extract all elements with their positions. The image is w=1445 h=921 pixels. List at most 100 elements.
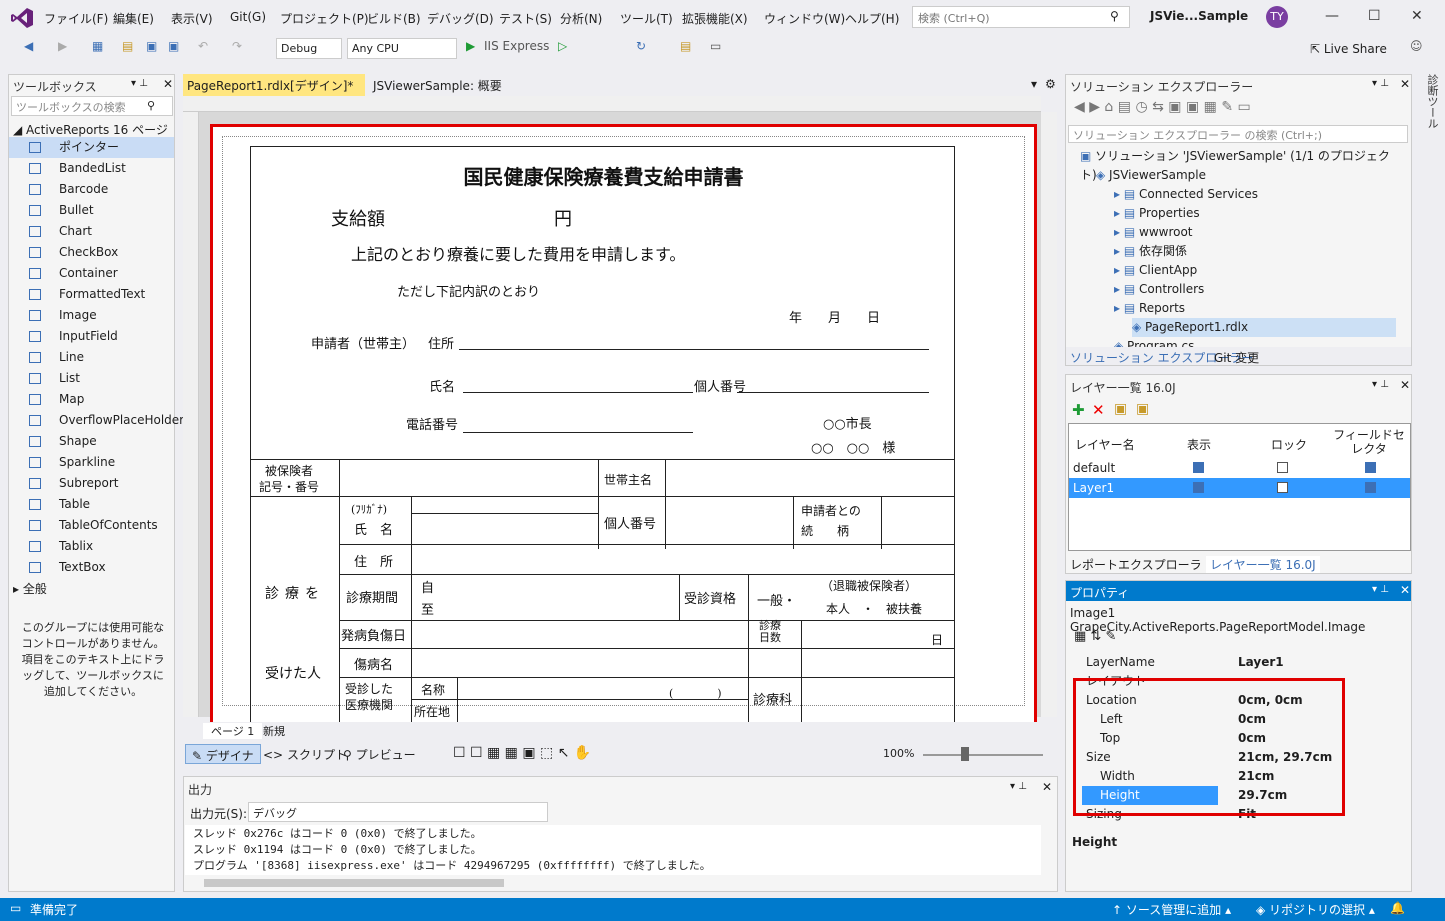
object-selector[interactable]: Image1 GrapeCity.ActiveReports.PageRepor… [1070,606,1408,634]
menu-item[interactable]: ビルド(B) [367,10,421,27]
layer-move-icon[interactable]: ▣ [1136,401,1149,417]
menu-item[interactable]: 拡張機能(X) [682,10,748,27]
window-icon[interactable]: ▭ [710,39,721,53]
layer-lock-checkbox[interactable] [1277,462,1288,473]
menu-item[interactable]: 編集(E) [113,10,154,27]
menu-item[interactable]: ツール(T) [620,10,673,27]
menu-item[interactable]: プロジェクト(P) [280,10,369,27]
menu-item[interactable]: Git(G) [230,10,266,24]
new-project-icon[interactable]: ▦ [92,39,103,53]
minimize-icon[interactable]: — [1325,8,1339,24]
save-icon[interactable]: ▣ [146,39,157,53]
pin-icon[interactable]: ▾ ⊥ [131,78,148,89]
tab-git-changes[interactable]: Git 変更 [1214,349,1259,366]
back-icon[interactable]: ◀ [24,39,33,53]
toolbox-item[interactable]: Shape [9,431,174,452]
open-icon[interactable]: ▤ [122,39,133,53]
close-icon[interactable]: ✕ [1411,8,1423,24]
close-icon[interactable]: ✕ [1400,378,1410,392]
toolbox-item[interactable]: List [9,368,174,389]
run-icon[interactable]: ▶ [466,39,475,53]
solution-tree-item[interactable]: ▸ ▤ ClientApp [1114,261,1396,280]
diagnostic-tools-tab[interactable]: 診断ツール [1418,74,1440,134]
toolbox-item[interactable]: Chart [9,221,174,242]
menu-item[interactable]: テスト(S) [499,10,552,27]
zoom-slider[interactable] [923,754,1043,756]
delete-layer-icon[interactable]: ✕ [1092,401,1105,419]
toolbox-item[interactable]: TableOfContents [9,515,174,536]
tab-overview[interactable]: JSViewerSample: 概要 [369,74,534,96]
layer-show-checkbox[interactable] [1193,462,1204,473]
close-icon[interactable]: ✕ [1400,77,1410,91]
layer-row[interactable]: Layer1 [1069,478,1410,498]
solution-tree-item[interactable]: ▣ ソリューション 'JSViewerSample' (1/1 のプロジェクト) [1080,147,1396,182]
solution-toolbar[interactable]: ◀ ▶ ⌂ ▤ ◷ ⇆ ▣ ▣ ▦ ✎ ▭ [1074,99,1251,115]
menu-item[interactable]: デバッグ(D) [427,10,494,27]
close-icon[interactable]: ✕ [1400,583,1410,597]
menu-item[interactable]: ウィンドウ(W) [764,10,845,27]
solution-tree-item[interactable]: ▸ ▤ Controllers [1114,280,1396,299]
dropdown-icon[interactable]: ▾ [1031,77,1037,91]
toolbox-item[interactable]: ポインター [9,137,174,158]
solution-tree-item[interactable]: ◈ PageReport1.rdlx [1132,318,1396,337]
maximize-icon[interactable]: ☐ [1368,8,1381,24]
pin-icon[interactable]: ▾ ⊥ [1372,379,1389,390]
new-page-tab[interactable]: 新規 [263,723,285,739]
toolbox-item[interactable]: Map [9,389,174,410]
preview-button[interactable]: ⚲ プレビュー [343,746,416,763]
forward-icon[interactable]: ▶ [58,39,67,53]
config-select[interactable]: Debug [276,38,342,59]
solution-tree-item[interactable]: ◈ JSViewerSample [1096,166,1396,185]
tab-layer-list[interactable]: レイヤー一覧 16.0J [1206,556,1320,573]
toolbox-item[interactable]: TextBox [9,557,174,578]
output-source-select[interactable]: デバッグ [248,802,548,822]
live-share-button[interactable]: ⇱ Live Share [1310,42,1387,56]
platform-select[interactable]: Any CPU [347,38,457,59]
undo-icon[interactable]: ↶ [198,39,208,53]
notification-icon[interactable]: 🔔 [1390,901,1405,915]
toolbox-item[interactable]: InputField [9,326,174,347]
menu-item[interactable]: 表示(V) [171,10,213,27]
zoom-thumb[interactable] [961,747,969,761]
vertical-scrollbar[interactable] [1041,112,1057,717]
tab-page-report-design[interactable]: PageReport1.rdlx[デザイン]* ⊥ ✕ [183,74,365,108]
add-layer-icon[interactable]: ✚ [1072,401,1085,419]
layer-copy-icon[interactable]: ▣ [1114,401,1127,417]
toolbox-group-general[interactable]: ▸ 全般 [13,580,47,597]
toolbox-item[interactable]: Sparkline [9,452,174,473]
pin-icon[interactable]: ▾ ⊥ [1372,584,1389,595]
design-button[interactable]: ✎ デザイナ [185,744,261,764]
visual-studio-logo-icon[interactable] [10,7,34,29]
toolbox-group-header[interactable]: ◢ ActiveReports 16 ページ [13,121,168,138]
save-all-icon[interactable]: ▣ [168,39,179,53]
layer-row[interactable]: default [1069,458,1410,478]
toolbox-item[interactable]: Image [9,305,174,326]
avatar[interactable]: TY [1266,6,1288,28]
close-icon[interactable]: ✕ [1042,780,1052,794]
page-tab-1[interactable]: ページ 1 [203,723,263,739]
settings-icon[interactable]: ⚙ [1045,77,1056,91]
toolbox-item[interactable]: Table [9,494,174,515]
solution-tree-item[interactable]: ▸ ▤ Properties [1114,204,1396,223]
toolbox-item[interactable]: Bullet [9,200,174,221]
select-repository[interactable]: ◈ リポジトリの選択 ▴ [1256,901,1375,918]
search-input[interactable]: 検索 (Ctrl+Q) [912,6,1130,28]
layer-field-checkbox[interactable] [1365,462,1376,473]
solution-tree-item[interactable]: ▸ ▤ wwwroot [1114,223,1396,242]
folder-icon[interactable]: ▤ [680,39,691,53]
property-row[interactable]: LayerName Layer1 [1068,653,1398,672]
script-button[interactable]: <> スクリプト [263,746,347,763]
solution-search[interactable]: ソリューション エクスプローラー の検索 (Ctrl+;) [1068,125,1408,143]
search-icon[interactable]: ⚲ [1110,9,1119,23]
layer-show-checkbox[interactable] [1193,482,1204,493]
refresh-icon[interactable]: ↻ [636,39,646,53]
pin-icon[interactable]: ▾ ⊥ [1010,781,1027,792]
menu-item[interactable]: ファイル(F) [44,10,108,27]
toolbox-item[interactable]: BandedList [9,158,174,179]
search-icon[interactable]: ⚲ [147,99,155,112]
toolbox-item[interactable]: Barcode [9,179,174,200]
toolbox-item[interactable]: Tablix [9,536,174,557]
output-text[interactable]: スレッド 0x276c はコード 0 (0x0) で終了しました。 スレッド 0… [185,825,1041,875]
solution-tree-item[interactable]: ▸ ▤ 依存関係 [1114,242,1396,261]
toolbox-item[interactable]: Subreport [9,473,174,494]
